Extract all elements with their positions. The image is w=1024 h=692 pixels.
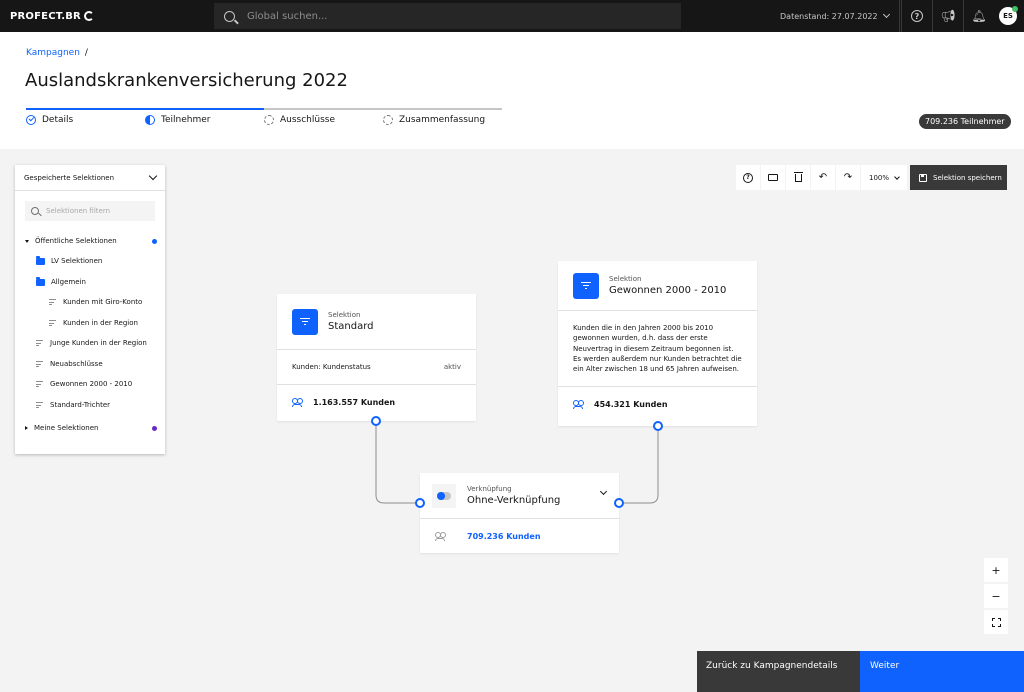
input-port[interactable] [614,498,624,508]
zoom-in-button[interactable]: + [984,558,1008,582]
minus-icon: − [991,589,1001,603]
connector-standard [375,421,420,504]
node-attribute-row: Kunden: Kundenstatus aktiv [277,350,476,385]
fit-view-button[interactable] [984,610,1008,634]
node-verknuepfung[interactable]: Verknüpfung Ohne-Verknüpfung 709.236 Kun… [420,473,619,553]
next-button[interactable]: Weiter [860,651,1024,692]
output-port[interactable] [371,416,381,426]
node-title: Ohne-Verknüpfung [467,495,561,506]
node-count-row: 1.163.557 Kunden [277,385,476,420]
filter-icon [300,318,310,325]
plus-icon: + [991,563,1001,577]
fit-screen-icon [991,617,1001,627]
node-count: 454.321 Kunden [594,399,668,409]
node-description: Kunden die in den Jahren 2000 bis 2010 g… [558,311,757,388]
chevron-down-icon[interactable] [599,487,608,496]
node-kind: Selektion [609,275,642,283]
node-count-row: 454.321 Kunden [558,387,757,421]
output-port[interactable] [653,421,663,431]
node-standard[interactable]: Selektion Standard Kunden: Kundenstatus … [277,294,476,421]
people-icon [573,399,584,409]
connector-gewonnen [619,426,659,504]
node-header: Verknüpfung Ohne-Verknüpfung [420,473,619,519]
node-kind: Selektion [328,311,361,319]
node-gewonnen[interactable]: Selektion Gewonnen 2000 - 2010 Kunden di… [558,261,757,426]
input-port[interactable] [415,498,425,508]
zoom-out-button[interactable]: − [984,584,1008,608]
node-count-row: 709.236 Kunden [420,519,619,553]
link-toggle-icon [432,483,456,508]
node-header: Selektion Standard [277,294,476,350]
node-kind: Verknüpfung [467,485,512,493]
connector-lines [375,421,659,504]
node-title: Standard [328,321,374,332]
node-count[interactable]: 709.236 Kunden [467,532,541,541]
attribute-value: aktiv [443,363,461,371]
back-to-campaign-details-button[interactable]: Zurück zu Kampagnendetails [697,651,860,692]
node-title: Gewonnen 2000 - 2010 [609,285,727,296]
node-header: Selektion Gewonnen 2000 - 2010 [558,261,757,311]
people-icon [292,398,303,407]
filter-icon [581,282,591,289]
selection-icon-tile [292,308,318,335]
attribute-label: Kunden: Kundenstatus [292,363,371,371]
node-count: 1.163.557 Kunden [313,398,396,407]
people-icon [435,531,446,541]
selection-icon-tile [573,272,599,299]
